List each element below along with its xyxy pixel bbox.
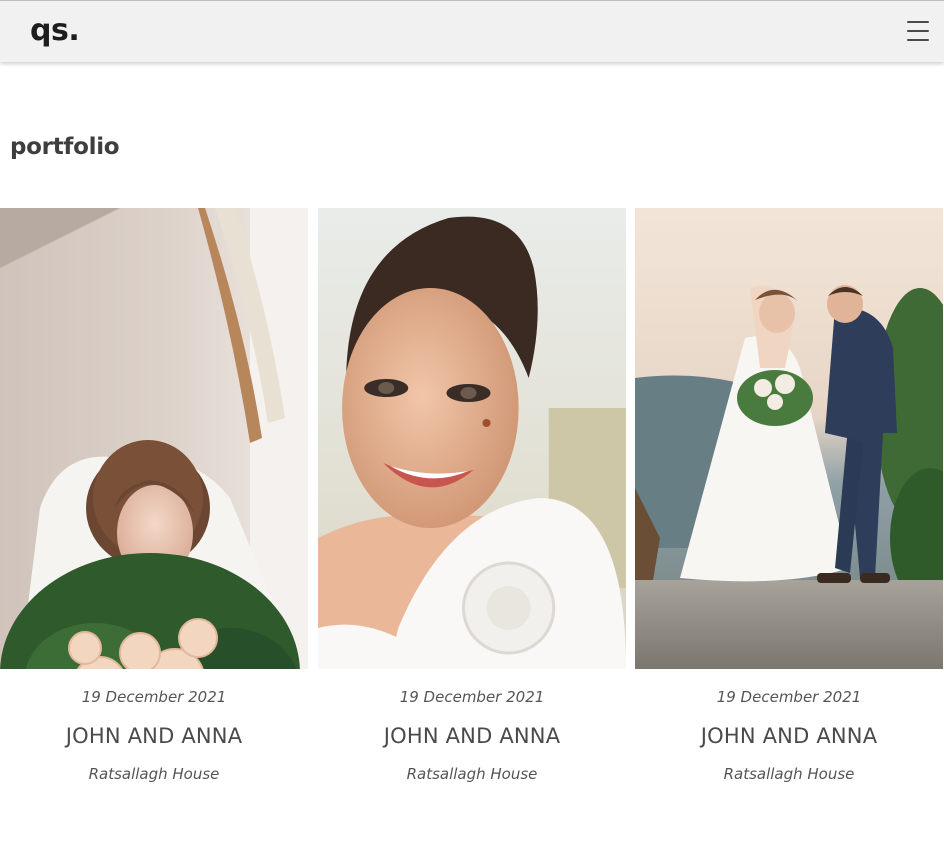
card-venue: Ratsallagh House xyxy=(88,765,220,783)
card-date: 19 December 2021 xyxy=(399,688,545,706)
card-couple[interactable]: JOHN AND ANNA xyxy=(635,724,943,752)
hamburger-menu-icon[interactable] xyxy=(906,19,930,43)
couple-outdoors-image xyxy=(635,208,943,669)
portfolio-photo[interactable] xyxy=(318,208,626,669)
card-venue: Ratsallagh House xyxy=(723,765,855,783)
portfolio-photo[interactable] xyxy=(0,208,308,669)
card-meta: 19 December 2021 JOHN AND ANNA Ratsallag… xyxy=(318,688,626,785)
portfolio-grid: 19 December 2021 JOHN AND ANNA Ratsallag… xyxy=(0,208,944,808)
menu-line xyxy=(907,30,929,32)
portfolio-card[interactable]: 19 December 2021 JOHN AND ANNA Ratsallag… xyxy=(0,208,308,785)
card-date: 19 December 2021 xyxy=(716,688,862,706)
site-header: qs. xyxy=(0,0,944,62)
site-logo[interactable]: qs. xyxy=(30,13,80,48)
card-couple[interactable]: JOHN AND ANNA xyxy=(318,724,626,752)
card-couple[interactable]: JOHN AND ANNA xyxy=(0,724,308,752)
menu-line xyxy=(907,39,929,41)
menu-line xyxy=(907,21,929,23)
smiling-bride-image xyxy=(318,208,626,669)
portfolio-card[interactable]: 19 December 2021 JOHN AND ANNA Ratsallag… xyxy=(635,208,943,785)
card-meta: 19 December 2021 JOHN AND ANNA Ratsallag… xyxy=(635,688,943,785)
card-date: 19 December 2021 xyxy=(81,688,227,706)
portfolio-card[interactable]: 19 December 2021 JOHN AND ANNA Ratsallag… xyxy=(318,208,626,785)
bride-bouquet-image xyxy=(0,208,308,669)
card-meta: 19 December 2021 JOHN AND ANNA Ratsallag… xyxy=(0,688,308,785)
card-venue: Ratsallagh House xyxy=(406,765,538,783)
page-title: portfolio xyxy=(10,134,120,160)
portfolio-photo[interactable] xyxy=(635,208,943,669)
